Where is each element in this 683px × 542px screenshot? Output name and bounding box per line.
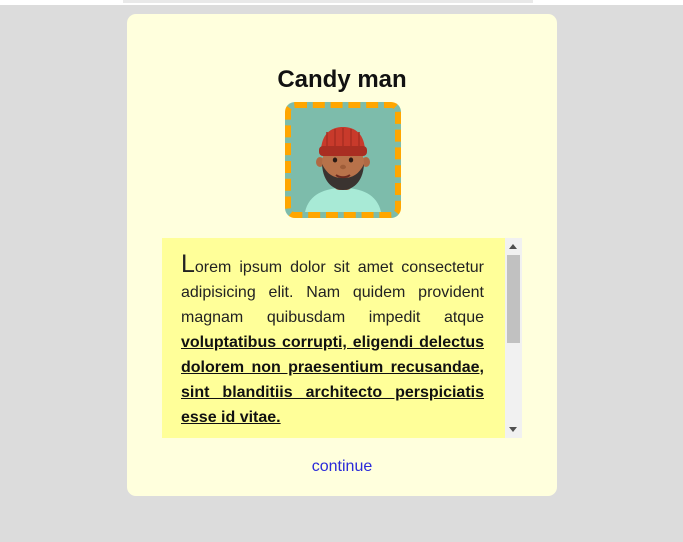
body-text-plain: orem ipsum dolor sit amet consectetur ad… [181,259,484,326]
dialog-title: Candy man [277,66,407,93]
dialog-card: Candy man Lorem ipsum dolor sit amet con… [127,14,557,496]
body-text-underlined: voluptatibus corrupti, eligendi delectus… [181,334,484,426]
scrollable-text-box[interactable]: Lorem ipsum dolor sit amet consectetur a… [162,238,522,438]
browser-top-strip [0,0,683,5]
top-strip-bar [123,0,533,3]
scroll-thumb[interactable] [507,255,520,343]
continue-link[interactable]: continue [127,458,557,476]
scroll-down-arrow-icon[interactable] [509,427,517,432]
avatar-illustration-icon [291,108,395,212]
body-text: Lorem ipsum dolor sit amet consectetur a… [181,252,484,430]
scroll-up-arrow-icon[interactable] [509,244,517,249]
avatar [285,102,401,218]
dropcap-letter: L [181,250,195,278]
vertical-scrollbar[interactable] [505,238,522,438]
